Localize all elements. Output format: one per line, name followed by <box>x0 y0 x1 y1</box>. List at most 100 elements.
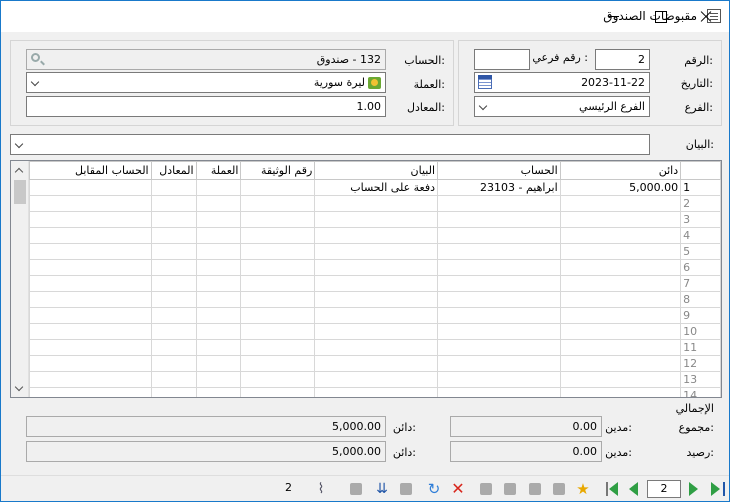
cell-statement[interactable]: دفعة على الحساب <box>314 179 439 196</box>
table-row[interactable]: 5 <box>29 243 721 260</box>
cell-statement[interactable] <box>314 387 439 397</box>
cell-credit[interactable] <box>559 323 682 340</box>
table-row[interactable]: 12 <box>29 355 721 372</box>
cell-doc-number[interactable] <box>240 259 316 276</box>
cell-rate[interactable] <box>150 275 197 292</box>
cell-doc-number[interactable] <box>240 291 316 308</box>
cell-currency[interactable] <box>195 307 242 324</box>
cell-credit[interactable] <box>559 291 682 308</box>
cell-account[interactable]: 23103 - ابراهيم <box>437 179 561 196</box>
cell-counter-account[interactable] <box>29 227 152 244</box>
cell-statement[interactable] <box>314 243 439 260</box>
cell-currency[interactable] <box>195 227 242 244</box>
cell-counter-account[interactable] <box>29 243 152 260</box>
cell-credit[interactable] <box>559 227 682 244</box>
sub-number-field[interactable] <box>474 49 530 70</box>
cell-statement[interactable] <box>314 323 439 340</box>
cell-credit[interactable] <box>559 355 682 372</box>
cell-statement[interactable] <box>314 339 439 356</box>
cell-doc-number[interactable] <box>240 355 316 372</box>
chevron-down-icon[interactable] <box>476 98 492 115</box>
cell-counter-account[interactable] <box>29 179 152 196</box>
cell-currency[interactable] <box>195 179 242 196</box>
minimize-button[interactable] <box>591 1 637 32</box>
table-row[interactable]: 2 <box>29 195 721 212</box>
table-row[interactable]: دفعة على الحساب 23103 - ابراهيم 5,000.00 1 <box>29 179 721 196</box>
cell-counter-account[interactable] <box>29 371 152 388</box>
cell-currency[interactable] <box>195 371 242 388</box>
col-header-statement[interactable]: البيان <box>314 161 439 180</box>
col-header-rate[interactable]: المعادل <box>150 161 197 180</box>
col-header-credit[interactable]: دائن <box>559 161 682 180</box>
cell-counter-account[interactable] <box>29 323 152 340</box>
grid-scrollbar[interactable] <box>11 161 29 397</box>
cell-currency[interactable] <box>195 259 242 276</box>
maximize-button[interactable] <box>637 1 683 32</box>
cell-currency[interactable] <box>195 339 242 356</box>
print-icon[interactable] <box>551 481 567 497</box>
cell-statement[interactable] <box>314 275 439 292</box>
statement-select[interactable] <box>10 134 650 155</box>
cell-doc-number[interactable] <box>240 243 316 260</box>
number-field[interactable]: 2 <box>595 49 650 70</box>
search-icon[interactable] <box>31 53 40 62</box>
settings-icon[interactable] <box>348 481 364 497</box>
col-header-account[interactable]: الحساب <box>437 161 561 180</box>
table-row[interactable]: 6 <box>29 259 721 276</box>
page-number-input[interactable]: 2 <box>647 480 681 498</box>
cell-credit[interactable] <box>559 243 682 260</box>
cell-statement[interactable] <box>314 371 439 388</box>
paste-icon[interactable] <box>502 481 518 497</box>
cell-currency[interactable] <box>195 323 242 340</box>
last-record-icon[interactable] <box>710 481 726 497</box>
cell-account[interactable] <box>437 291 561 308</box>
cell-currency[interactable] <box>195 195 242 212</box>
cell-currency[interactable] <box>195 291 242 308</box>
cell-rate[interactable] <box>150 339 197 356</box>
cell-currency[interactable] <box>195 275 242 292</box>
cell-doc-number[interactable] <box>240 307 316 324</box>
cell-doc-number[interactable] <box>240 275 316 292</box>
copy-icon[interactable] <box>478 481 494 497</box>
cell-rate[interactable] <box>150 195 197 212</box>
cell-currency[interactable] <box>195 387 242 397</box>
cell-statement[interactable] <box>314 227 439 244</box>
cell-counter-account[interactable] <box>29 195 152 212</box>
cell-counter-account[interactable] <box>29 387 152 397</box>
table-row[interactable]: 9 <box>29 307 721 324</box>
cell-account[interactable] <box>437 227 561 244</box>
entries-grid[interactable]: الحساب المقابل المعادل العملة رقم الوثيق… <box>10 160 722 398</box>
calendar-icon[interactable] <box>478 75 492 89</box>
cell-statement[interactable] <box>314 291 439 308</box>
col-header-counter-account[interactable]: الحساب المقابل <box>29 161 152 180</box>
cell-account[interactable] <box>437 387 561 397</box>
cell-credit[interactable] <box>559 307 682 324</box>
cell-account[interactable] <box>437 275 561 292</box>
cell-rate[interactable] <box>150 227 197 244</box>
table-row[interactable]: 10 <box>29 323 721 340</box>
save-icon[interactable] <box>527 481 543 497</box>
attachment-icon[interactable]: ⌇ <box>313 481 329 497</box>
cell-currency[interactable] <box>195 243 242 260</box>
table-row[interactable]: 3 <box>29 211 721 228</box>
cell-account[interactable] <box>437 355 561 372</box>
cell-counter-account[interactable] <box>29 259 152 276</box>
cell-account[interactable] <box>437 323 561 340</box>
cell-currency[interactable] <box>195 355 242 372</box>
cell-account[interactable] <box>437 195 561 212</box>
prev-record-icon[interactable] <box>626 481 642 497</box>
cell-statement[interactable] <box>314 211 439 228</box>
cell-doc-number[interactable] <box>240 323 316 340</box>
scroll-down-icon[interactable] <box>11 380 28 397</box>
cell-statement[interactable] <box>314 355 439 372</box>
refresh-icon[interactable]: ↻ <box>426 481 442 497</box>
cell-doc-number[interactable] <box>240 227 316 244</box>
binoculars-icon[interactable] <box>398 481 414 497</box>
cell-rate[interactable] <box>150 291 197 308</box>
cell-statement[interactable] <box>314 259 439 276</box>
cell-credit[interactable]: 5,000.00 <box>559 179 682 196</box>
cell-counter-account[interactable] <box>29 307 152 324</box>
cell-counter-account[interactable] <box>29 211 152 228</box>
cell-account[interactable] <box>437 211 561 228</box>
scroll-thumb[interactable] <box>14 180 26 204</box>
